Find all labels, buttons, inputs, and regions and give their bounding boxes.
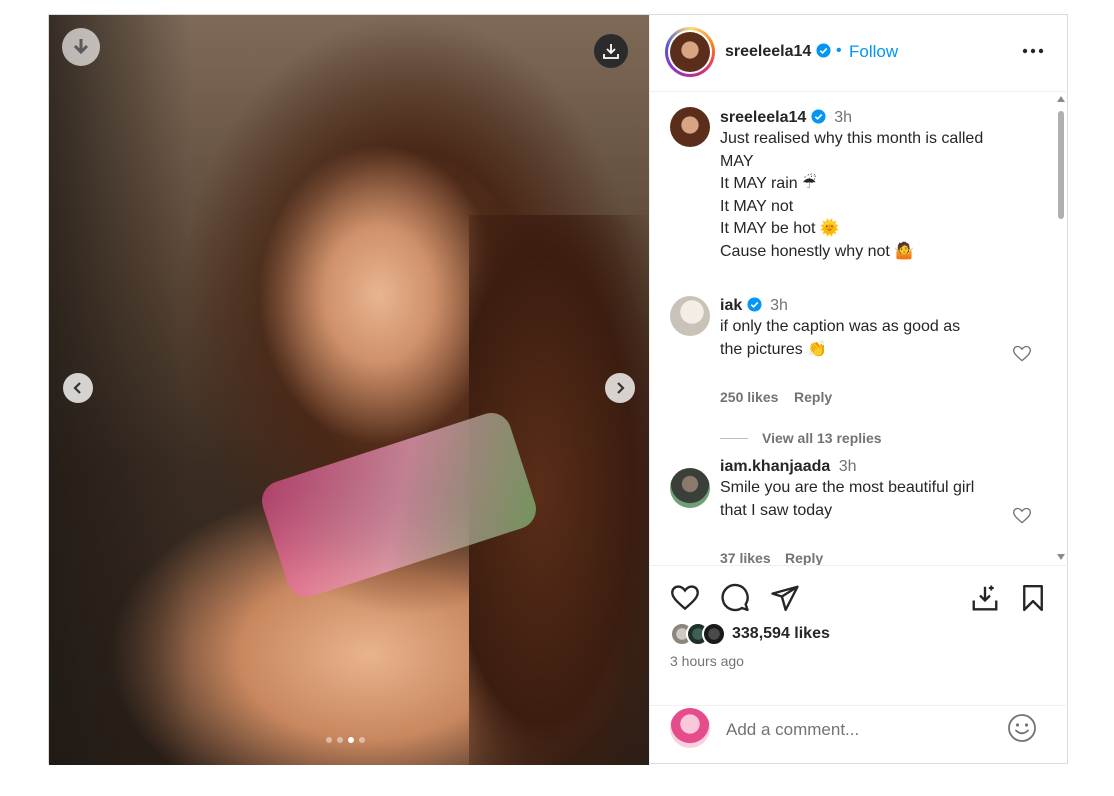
replies-divider-line [720,437,748,439]
comment-line: if only the caption was as good as [720,318,961,335]
caption-line: Cause honestly why not 🤷 [720,242,915,260]
bookmark-icon[interactable] [1018,583,1048,613]
comment-line: Smile you are the most beautiful girl [720,479,975,496]
caption-username[interactable]: sreeleela14 [720,109,806,126]
post-header: sreeleela14 • Follow [650,15,1068,92]
post-time: 3 hours ago [670,653,744,669]
carousel-dot [326,737,332,743]
caption-avatar[interactable] [670,107,710,147]
post-side-panel: sreeleela14 • Follow sreeleela14 3h Just… [649,15,1068,765]
post-photo[interactable] [49,15,649,765]
heart-icon[interactable] [670,583,700,613]
caption-line: It MAY not [720,197,794,215]
carousel-dots [326,737,365,743]
likes-summary[interactable]: 338,594 likes [670,622,830,646]
view-replies-label[interactable]: View all 13 replies [762,430,882,446]
comment-username[interactable]: iam.khanjaada [720,458,830,475]
comment-icon[interactable] [720,583,750,613]
caption: sreeleela14 3h Just realised why this mo… [720,109,1010,263]
verified-badge-icon [811,109,826,124]
comment-avatar[interactable] [670,296,710,336]
author-username[interactable]: sreeleela14 [725,43,811,60]
caption-text: Just realised why this month is called M… [720,128,1010,263]
add-comment-input[interactable] [726,719,996,741]
comment-time: 3h [770,297,788,314]
add-comment-bar [650,705,1068,765]
verified-badge-icon [816,43,831,58]
comment: iam.khanjaada 3h Smile you are the most … [720,458,1010,522]
comment-line: the pictures 👏 [720,340,828,358]
author-username-link[interactable]: sreeleela14 [725,43,831,61]
caption-time: 3h [834,109,853,126]
comments-scrollbar[interactable] [1056,95,1066,561]
liker-avatar [702,622,726,646]
comments-list[interactable]: sreeleela14 3h Just realised why this mo… [650,93,1068,565]
likes-count[interactable]: 338,594 likes [732,625,830,643]
follow-button[interactable]: Follow [849,42,898,62]
current-user-avatar [670,708,710,748]
comment-like-heart-icon[interactable] [1012,506,1032,526]
comment-likes-count[interactable]: 250 likes [720,389,778,405]
download-tray-icon[interactable] [594,34,628,68]
emoji-icon[interactable] [1007,713,1037,743]
header-separator: • [836,42,842,59]
view-replies-button[interactable]: View all 13 replies [720,430,882,446]
comment-username[interactable]: iak [720,297,742,314]
download-arrow-icon[interactable] [62,28,100,66]
reply-button[interactable]: Reply [794,389,832,405]
author-avatar[interactable] [665,27,715,77]
caption-line: It MAY be hot 🌞 [720,220,840,237]
more-icon[interactable] [1021,47,1045,55]
comment-time: 3h [838,458,857,475]
carousel-dot [337,737,343,743]
scroll-down-arrow-icon[interactable] [1057,553,1065,561]
send-icon[interactable] [770,583,800,613]
next-photo-button[interactable] [605,373,635,403]
comment-line: that I saw today [720,501,833,519]
carousel-dot-active [348,737,354,743]
caption-line: MAY [720,152,754,170]
comment-likes-count[interactable]: 37 likes [720,550,771,565]
caption-line: Just realised why this month is called [720,130,984,147]
reply-button[interactable]: Reply [785,550,823,565]
carousel-dot [359,737,365,743]
verified-badge-icon [747,297,762,312]
comment: iak 3h if only the caption was as good a… [720,297,1010,361]
comment-avatar[interactable] [670,468,710,508]
caption-line: It MAY rain ☔ [720,175,817,192]
comment-like-heart-icon[interactable] [1012,344,1032,364]
scrollbar-thumb[interactable] [1058,111,1064,219]
comment-text: Smile you are the most beautiful girl th… [720,477,1010,522]
previous-photo-button[interactable] [63,373,93,403]
download-icon[interactable] [970,583,1000,613]
post-dialog: sreeleela14 • Follow sreeleela14 3h Just… [48,14,1068,765]
comment-text: if only the caption was as good as the p… [720,316,1010,361]
scroll-up-arrow-icon[interactable] [1057,95,1065,103]
